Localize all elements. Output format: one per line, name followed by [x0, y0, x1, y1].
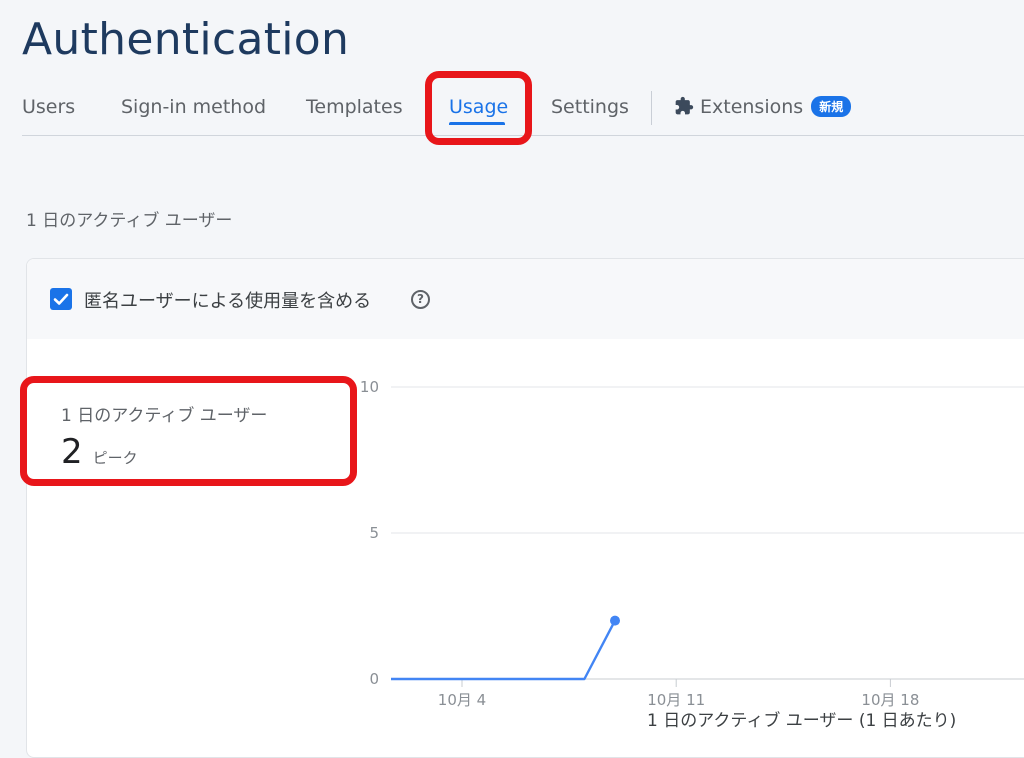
x-tick-label: 10月 18: [861, 691, 919, 709]
tab-divider: [651, 91, 652, 125]
tab-usage[interactable]: Usage: [449, 96, 508, 118]
usage-card: 匿名ユーザーによる使用量を含める ? 1 日のアクティブ ユーザー 2 ピーク 0…: [26, 258, 1024, 758]
tab-users[interactable]: Users: [22, 96, 75, 118]
new-badge: 新規: [811, 96, 852, 117]
tab-bar: Users Sign-in method Templates Usage Set…: [22, 82, 1024, 136]
y-tick-label: 0: [369, 670, 379, 688]
tab-settings[interactable]: Settings: [551, 96, 629, 118]
active-tab-indicator: [449, 122, 505, 125]
tab-sign-in-method[interactable]: Sign-in method: [121, 96, 266, 118]
series-line: [391, 620, 617, 681]
x-tick-label: 10月 4: [438, 691, 486, 709]
tab-extensions-label: Extensions: [700, 96, 804, 118]
tab-templates[interactable]: Templates: [306, 96, 403, 118]
y-tick-label: 5: [369, 524, 379, 542]
section-label: 1 日のアクティブ ユーザー: [26, 211, 233, 231]
y-tick-label: 10: [360, 378, 379, 396]
tab-extensions[interactable]: Extensions 新規: [674, 96, 852, 121]
series-end-point: [610, 615, 620, 626]
puzzle-icon: [674, 96, 694, 121]
active-users-chart: 0 5 10 10月 4 10月 11 10月 18 1 日のアクティブ ユーザー (1…: [360, 378, 1024, 731]
x-tick-label: 10月 11: [647, 691, 705, 709]
page-title: Authentication: [22, 14, 350, 65]
x-axis-title: 1 日のアクティブ ユーザー (1 日あたり): [647, 710, 956, 731]
